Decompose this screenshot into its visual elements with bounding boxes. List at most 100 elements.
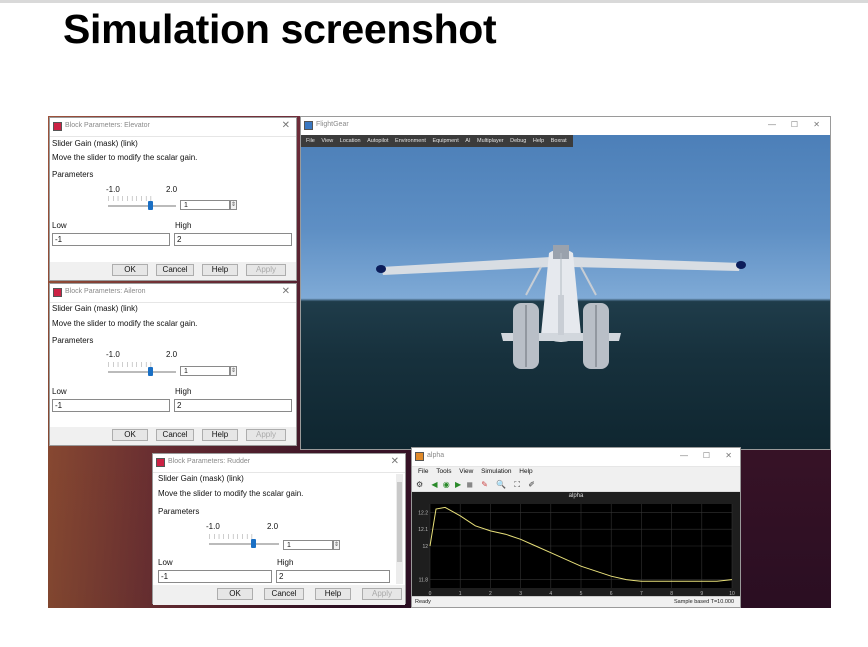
gain-slider-track[interactable]: [108, 371, 176, 373]
run-icon[interactable]: ◉: [443, 480, 450, 489]
aileron-titlebar[interactable]: Block Parameters: Aileron ✕: [50, 284, 296, 303]
flightgear-menubar: File View Location Autopilot Environment…: [301, 135, 573, 147]
apply-button[interactable]: Apply: [362, 588, 402, 600]
fg-menu-boxrat[interactable]: Boxrat: [551, 138, 567, 144]
y-tick-label: 11.8: [419, 578, 429, 584]
zoom-icon[interactable]: 🔍: [496, 480, 506, 489]
gain-value-input[interactable]: 1: [180, 200, 230, 210]
maximize-icon[interactable]: ☐: [703, 451, 710, 460]
gain-slider-track[interactable]: [209, 543, 279, 545]
low-input[interactable]: -1: [52, 233, 170, 246]
spin-arrows-icon[interactable]: ⇕: [230, 366, 237, 376]
flightgear-title: FlightGear: [316, 121, 349, 128]
y-tick-label: 12: [422, 544, 428, 550]
close-icon[interactable]: ✕: [813, 120, 820, 129]
cancel-button[interactable]: Cancel: [264, 588, 304, 600]
scope-menu-tools[interactable]: Tools: [436, 468, 451, 475]
stop-icon[interactable]: ◼: [466, 480, 473, 489]
close-icon[interactable]: ✕: [391, 456, 399, 467]
minimize-icon[interactable]: —: [768, 120, 776, 129]
scope-menu-file[interactable]: File: [418, 468, 428, 475]
spin-arrows-icon[interactable]: ⇕: [230, 200, 237, 210]
gain-value-input[interactable]: 1: [283, 540, 333, 550]
step-back-icon[interactable]: ◀: [431, 480, 437, 489]
flightgear-window: FlightGear — ☐ ✕ File View Location Auto…: [300, 116, 831, 450]
status-sample: Sample based T=10.000: [674, 599, 734, 605]
highlight-icon[interactable]: ✎: [481, 480, 488, 489]
high-input[interactable]: 2: [276, 570, 390, 583]
close-icon[interactable]: ✕: [282, 286, 290, 297]
scope-menu-help[interactable]: Help: [519, 468, 532, 475]
close-icon[interactable]: ✕: [725, 451, 732, 460]
settings-icon[interactable]: ⚙: [416, 480, 423, 489]
gain-slider-thumb[interactable]: [148, 367, 153, 376]
flightgear-titlebar[interactable]: FlightGear — ☐ ✕: [301, 117, 830, 136]
help-button[interactable]: Help: [202, 429, 238, 441]
step-forward-icon[interactable]: ▶: [455, 480, 461, 489]
cursor-icon[interactable]: ✐: [528, 480, 535, 489]
elevator-dialog-title: Block Parameters: Elevator: [65, 122, 150, 129]
fg-menu-autopilot[interactable]: Autopilot: [367, 138, 388, 144]
high-input[interactable]: 2: [174, 399, 292, 412]
flightgear-app-icon: [304, 121, 313, 130]
ok-button[interactable]: OK: [217, 588, 253, 600]
low-label: Low: [52, 221, 67, 230]
alpha-plot[interactable]: 0 1 2 3 4 5 6 7 8 9 1011.81212.112.2: [412, 492, 742, 602]
slider-max-label: 2.0: [166, 185, 178, 194]
fg-menu-view[interactable]: View: [321, 138, 333, 144]
fg-menu-location[interactable]: Location: [340, 138, 361, 144]
fg-menu-multiplayer[interactable]: Multiplayer: [477, 138, 504, 144]
simulation-screenshot: FlightGear — ☐ ✕ File View Location Auto…: [48, 116, 831, 608]
low-input[interactable]: -1: [52, 399, 170, 412]
airplane-rendering: [376, 245, 746, 369]
y-tick-label: 12.2: [418, 510, 428, 516]
fg-menu-debug[interactable]: Debug: [510, 138, 526, 144]
fg-menu-file[interactable]: File: [306, 138, 315, 144]
simulink-app-icon: [53, 288, 62, 297]
slide-title: Simulation screenshot: [63, 6, 497, 52]
status-ready: Ready: [415, 599, 431, 605]
scope-titlebar[interactable]: alpha — ☐ ✕: [412, 448, 740, 467]
slider-max-label: 2.0: [166, 350, 178, 359]
low-label: Low: [158, 558, 173, 567]
maximize-icon[interactable]: ☐: [791, 120, 798, 129]
apply-button[interactable]: Apply: [246, 429, 286, 441]
apply-button[interactable]: Apply: [246, 264, 286, 276]
scope-menu-simulation[interactable]: Simulation: [481, 468, 511, 475]
scope-window: alpha — ☐ ✕ File Tools View Simulation H…: [411, 447, 741, 608]
fg-menu-help[interactable]: Help: [533, 138, 544, 144]
gain-slider-thumb[interactable]: [148, 201, 153, 210]
gain-slider-track[interactable]: [108, 205, 176, 207]
elevator-dialog: Block Parameters: Elevator ✕ Slider Gain…: [49, 117, 297, 281]
aileron-dialog: Block Parameters: Aileron ✕ Slider Gain …: [49, 283, 297, 446]
gain-slider-thumb[interactable]: [251, 539, 256, 548]
fg-menu-ai[interactable]: AI: [465, 138, 470, 144]
high-label: High: [277, 558, 294, 567]
low-input[interactable]: -1: [158, 570, 272, 583]
gain-value-input[interactable]: 1: [180, 366, 230, 376]
help-button[interactable]: Help: [315, 588, 351, 600]
close-icon[interactable]: ✕: [282, 120, 290, 131]
scope-menu-view[interactable]: View: [459, 468, 473, 475]
simulink-app-icon: [53, 122, 62, 131]
flightgear-3d-view[interactable]: [301, 135, 830, 449]
ok-button[interactable]: OK: [112, 429, 148, 441]
spin-arrows-icon[interactable]: ⇕: [333, 540, 340, 550]
minimize-icon[interactable]: —: [680, 451, 688, 460]
scrollbar-thumb[interactable]: [397, 482, 402, 562]
scrollbar[interactable]: [396, 474, 403, 584]
rudder-dialog-title: Block Parameters: Rudder: [168, 458, 251, 465]
top-divider: [0, 0, 868, 3]
help-button[interactable]: Help: [202, 264, 238, 276]
high-input[interactable]: 2: [174, 233, 292, 246]
elevator-titlebar[interactable]: Block Parameters: Elevator ✕: [50, 118, 296, 137]
scale-icon[interactable]: ⛶: [514, 480, 520, 489]
fg-menu-environment[interactable]: Environment: [395, 138, 426, 144]
rudder-titlebar[interactable]: Block Parameters: Rudder ✕: [153, 454, 405, 473]
slider-min-label: -1.0: [106, 185, 120, 194]
cancel-button[interactable]: Cancel: [156, 264, 194, 276]
ok-button[interactable]: OK: [112, 264, 148, 276]
fg-menu-equipment[interactable]: Equipment: [432, 138, 458, 144]
scope-statusbar: Ready Sample based T=10.000: [412, 596, 740, 607]
cancel-button[interactable]: Cancel: [156, 429, 194, 441]
